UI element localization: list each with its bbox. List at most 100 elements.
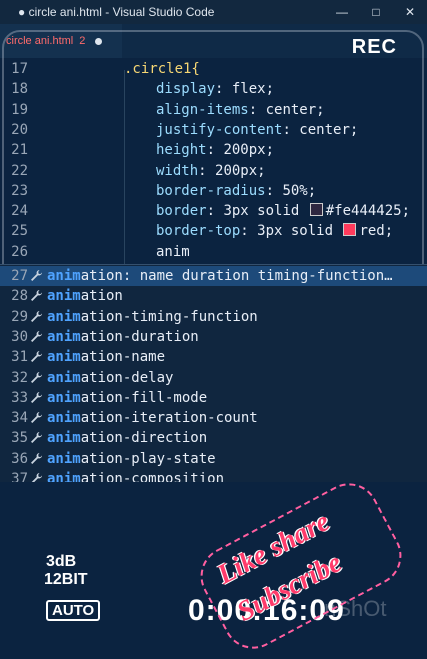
suggestion-text: animation [47,286,123,306]
suggestion-item[interactable]: 36 animation-play-state [0,449,427,469]
suggestion-text: animation-duration [47,327,199,347]
suggestion-text: animation-direction [47,428,207,448]
line-number: 23 [11,182,28,199]
suggestion-match: anim [47,430,81,447]
suggestion-text: animation-delay [47,368,173,388]
wrench-icon [31,371,42,383]
code-line[interactable]: 24 border: 3px solid #fe444425; [0,201,427,221]
color-swatch-icon[interactable] [343,223,357,237]
css-value: 50%; [274,182,317,199]
code-text: border-radius: 50%; [156,181,316,201]
line-number: 32 [11,369,28,386]
color-swatch-icon[interactable] [309,203,323,217]
suggestion-item[interactable]: 30 animation-duration [0,327,427,347]
line-number: 33 [11,389,28,406]
code-line[interactable]: 25 border-top: 3px solid red; [0,221,427,241]
suggestion-text: animation-name [47,347,165,367]
line-number: 24 [11,203,28,220]
line-number: 25 [11,223,28,240]
suggestion-item[interactable]: 28 animation [0,286,427,306]
line-number: 36 [11,450,28,467]
css-value: center; [257,101,325,118]
code-text: anim [156,243,190,260]
suggestion-text: animation-play-state [47,449,216,469]
code-text: .circle1{ [124,61,200,77]
wrench-icon [31,351,42,363]
code-text: height: 200px; [156,140,274,160]
colon: : [198,162,207,179]
suggestion-item[interactable]: 35 animation-direction [0,428,427,448]
color-value: red; [359,223,394,240]
suggestion-match: anim [47,349,81,366]
code-line[interactable]: 23 border-radius: 50%; [0,181,427,201]
window-title: ● circle ani.html - Visual Studio Code [18,5,215,19]
title-bar: ● circle ani.html - Visual Studio Code —… [0,0,427,24]
code-line[interactable]: 20 justify-content: center; [0,120,427,140]
code-editor[interactable]: 17 .circle1{ 18 display: flex; 19 align-items… [0,58,427,264]
css-property: justify-content [156,121,283,138]
suggestion-item[interactable]: 32 animation-delay [0,368,427,388]
close-icon[interactable]: ✕ [393,5,427,19]
code-text: align-items: center; [156,100,325,120]
suggestion-text: animation: name duration timing-function… [47,266,393,286]
line-number: 20 [11,121,28,138]
suggestion-rest: ation [80,288,123,305]
auto-badge: AUTO [46,600,101,621]
code-line[interactable]: 17 .circle1{ [0,59,427,79]
suggestion-item[interactable]: 34 animation-iteration-count [0,408,427,428]
line-number: 18 [11,81,28,98]
suggestion-match: anim [47,288,81,305]
line-number: 27 [11,268,28,284]
suggestion-item[interactable]: 31 animation-name [0,347,427,367]
suggestion-text: animation-fill-mode [47,388,207,408]
audio-db-label: 3dB [46,553,77,570]
colon: : [240,223,249,240]
suggestion-match: anim [47,389,81,406]
suggestion-match: anim [47,410,81,427]
css-property: border-top [156,223,241,240]
bitdepth-label: 12BIT [44,571,88,588]
suggestion-rest: ation: name duration timing-function… [80,268,393,284]
suggestion-item[interactable]: 33 animation-fill-mode [0,388,427,408]
line-number: 19 [11,101,28,118]
suggestion-rest: ation-direction [80,430,208,447]
line-number: 30 [11,328,28,345]
wrench-icon [31,330,42,342]
line-number: 28 [11,288,28,305]
suggestion-rest: ation-duration [80,328,199,345]
css-value: 3px solid [248,223,342,240]
wrench-icon [31,290,42,302]
code-line[interactable]: 26 anim [0,242,427,262]
rec-indicator: REC [351,36,397,58]
suggestion-match: anim [47,308,81,325]
css-property: align-items [156,101,249,118]
css-property: height [156,142,207,159]
line-number: 31 [11,349,28,366]
code-text: justify-content: center; [156,120,358,140]
suggestion-text: animation-iteration-count [47,408,258,428]
color-value: #fe444425; [325,203,411,220]
suggestion-item[interactable]: 29 animation-timing-function [0,307,427,327]
colon: : [206,142,216,159]
code-line[interactable]: 21 height: 200px; [0,140,427,160]
css-property: border-radius [156,182,266,199]
suggestion-rest: ation-iteration-count [80,410,258,427]
suggestion-rest: ation-delay [80,369,174,386]
css-property: display [156,81,216,98]
code-line[interactable]: 19 align-items: center; [0,100,427,120]
minimize-icon[interactable]: — [325,5,359,19]
code-text: border-top: 3px solid red; [156,221,393,241]
css-property: width [156,162,199,179]
line-number: 29 [11,308,28,325]
suggestion-item[interactable]: 27 animation: name duration timing-functi… [0,266,427,286]
code-line[interactable]: 18 display: flex; [0,79,427,99]
line-number: 35 [11,430,28,447]
suggestion-match: anim [47,450,81,467]
maximize-icon[interactable]: □ [359,5,393,19]
css-value: center; [290,121,359,138]
wrench-icon [31,310,42,322]
wrench-icon [31,391,42,403]
code-line[interactable]: 22 width: 200px; [0,161,427,181]
code-text: display: flex; [156,79,274,99]
css-value: 200px; [215,142,275,159]
